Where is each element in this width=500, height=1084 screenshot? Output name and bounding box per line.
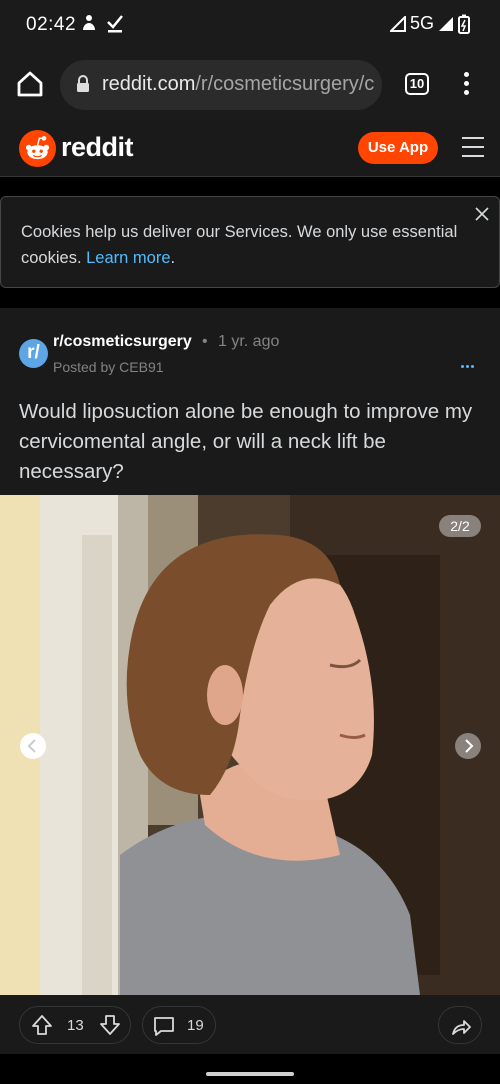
network-type: 5G [409,13,434,33]
status-bar: 02:42 5G [0,0,500,50]
downvote-icon[interactable] [99,1014,121,1036]
post-title[interactable]: Would liposuction alone be enough to imp… [19,397,485,487]
gallery-next-button[interactable] [455,733,481,759]
url-text: reddit.com/r/cosmeticsurgery/c [102,73,374,96]
comment-icon [154,1017,174,1036]
subreddit-name[interactable]: r/cosmeticsurgery [53,333,192,351]
learn-more-link[interactable]: Learn more [86,249,170,267]
check-download-icon [106,13,124,38]
subreddit-avatar[interactable]: r/ [19,339,48,368]
post-age: 1 yr. ago [218,333,280,350]
reddit-logo-icon[interactable] [19,130,56,167]
url-domain: reddit.com [102,73,196,95]
status-time: 02:42 [26,14,77,35]
lock-icon [77,75,89,92]
vote-control: 13 [19,1006,131,1044]
share-button[interactable] [438,1006,482,1044]
share-icon [452,1020,471,1035]
upvote-icon[interactable] [31,1014,53,1036]
signal-icon-2 [439,16,453,31]
comment-count: 19 [187,1017,204,1034]
url-path: /r/cosmeticsurgery/c [195,73,375,95]
more-options-icon[interactable] [461,355,479,368]
reddit-header: reddit Use App [0,120,500,177]
use-app-button[interactable]: Use App [358,132,438,164]
cookie-banner: Cookies help us deliver our Services. We… [0,196,500,288]
hamburger-menu-icon[interactable] [462,137,484,157]
post-card[interactable]: r/ r/cosmeticsurgery • 1 yr. ago Posted … [0,308,500,1054]
cookie-message: Cookies help us deliver our Services. We… [21,219,476,271]
post-image[interactable]: 2/2 [0,495,500,995]
vote-count: 13 [67,1017,84,1034]
comments-button[interactable]: 19 [142,1006,216,1044]
home-icon[interactable] [14,68,46,100]
posted-by[interactable]: Posted by CEB91 [53,359,164,375]
browser-menu-icon[interactable] [460,72,472,98]
battery-icon [458,14,470,34]
gallery-counter: 2/2 [439,515,481,537]
chevron-left-icon [27,739,36,753]
status-right: 5G [389,13,470,34]
chevron-right-icon [465,739,474,753]
address-bar[interactable]: reddit.com/r/cosmeticsurgery/c [60,60,382,110]
post-actions: 13 19 [0,1004,500,1044]
close-icon[interactable] [475,207,489,221]
meta-separator: • [202,333,208,350]
signal-icon [389,15,406,32]
notification-icon [80,13,98,38]
tab-switcher-button[interactable]: 10 [405,73,429,95]
browser-toolbar: reddit.com/r/cosmeticsurgery/c 10 [0,50,500,120]
gesture-bar [206,1072,294,1076]
gallery-prev-button[interactable] [20,733,46,759]
reddit-wordmark[interactable]: reddit [61,132,134,163]
cookie-trailing: . [170,249,176,267]
profile-photo [0,495,500,995]
